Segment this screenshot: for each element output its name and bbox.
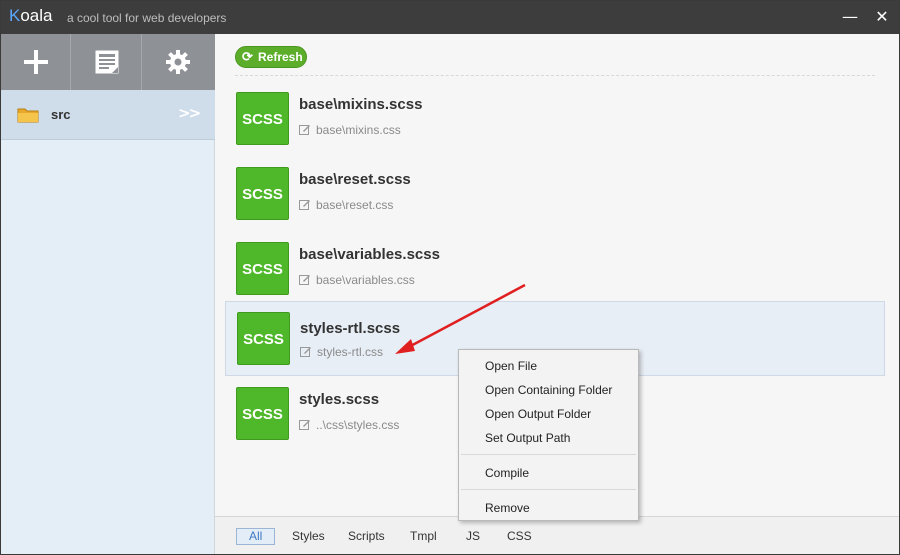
app-window: Koala a cool tool for web developers — ✕: [0, 0, 900, 555]
edit-output-icon[interactable]: [299, 124, 311, 136]
output-path: base\variables.css: [316, 273, 415, 287]
gear-icon: [166, 50, 190, 74]
context-menu: Open File Open Containing Folder Open Ou…: [458, 349, 639, 521]
document-icon: [95, 50, 119, 74]
add-project-button[interactable]: [1, 34, 71, 90]
divider: [235, 75, 875, 76]
filter-all[interactable]: All: [236, 528, 276, 545]
output-path: base\mixins.css: [316, 123, 401, 137]
file-row[interactable]: SCSS base\variables.scss base\variables.…: [225, 231, 885, 306]
menu-item-compile[interactable]: Compile: [485, 466, 529, 480]
sidebar-toolbar: [1, 34, 215, 90]
menu-separator: [461, 489, 636, 490]
filter-styles[interactable]: Styles: [292, 529, 325, 543]
output-path: ..\css\styles.css: [316, 418, 400, 432]
file-row[interactable]: SCSS base\reset.scss base\reset.css: [225, 156, 885, 231]
menu-item-set-output-path[interactable]: Set Output Path: [485, 431, 570, 445]
refresh-button[interactable]: ⟳ Refresh: [235, 46, 307, 68]
minimize-button[interactable]: —: [839, 6, 861, 28]
file-name: base\variables.scss: [299, 246, 440, 263]
filter-css[interactable]: CSS: [507, 529, 532, 543]
expand-chevron-icon[interactable]: >>: [178, 104, 201, 122]
file-name: base\mixins.scss: [299, 96, 423, 113]
plus-icon: [24, 50, 48, 74]
filter-bar: All Styles Scripts Tmpl JS CSS: [215, 516, 899, 554]
project-name: src: [51, 107, 71, 122]
filter-js[interactable]: JS: [466, 529, 480, 543]
log-button[interactable]: [72, 34, 142, 90]
scss-file-icon: SCSS: [237, 312, 290, 365]
menu-item-remove[interactable]: Remove: [485, 501, 530, 515]
folder-icon: [17, 108, 39, 123]
sidebar-item-src[interactable]: src >>: [1, 90, 215, 140]
refresh-icon: ⟳: [242, 49, 253, 64]
app-name-initial: K: [9, 6, 21, 25]
sidebar: src >>: [1, 34, 215, 554]
filter-scripts[interactable]: Scripts: [348, 529, 385, 543]
title-bar: Koala a cool tool for web developers — ✕: [1, 1, 899, 34]
edit-output-icon[interactable]: [299, 419, 311, 431]
output-path: styles-rtl.css: [317, 345, 383, 359]
filter-tmpl[interactable]: Tmpl: [410, 529, 437, 543]
app-name: Koala: [9, 6, 52, 26]
file-name: styles.scss: [299, 391, 380, 408]
close-button[interactable]: ✕: [871, 6, 893, 28]
app-name-rest: oala: [20, 6, 53, 25]
menu-separator: [461, 454, 636, 455]
menu-item-open-file[interactable]: Open File: [485, 359, 537, 373]
refresh-label: Refresh: [258, 50, 303, 64]
menu-item-open-output-folder[interactable]: Open Output Folder: [485, 407, 591, 421]
edit-output-icon[interactable]: [300, 346, 312, 358]
app-subtitle: a cool tool for web developers: [67, 11, 227, 25]
settings-button[interactable]: [143, 34, 215, 90]
scss-file-icon: SCSS: [236, 167, 289, 220]
output-path: base\reset.css: [316, 198, 394, 212]
scss-file-icon: SCSS: [236, 242, 289, 295]
edit-output-icon[interactable]: [299, 274, 311, 286]
scss-file-icon: SCSS: [236, 387, 289, 440]
edit-output-icon[interactable]: [299, 199, 311, 211]
file-name: base\reset.scss: [299, 171, 411, 188]
file-row[interactable]: SCSS base\mixins.scss base\mixins.css: [225, 81, 885, 156]
scss-file-icon: SCSS: [236, 92, 289, 145]
file-name: styles-rtl.scss: [300, 320, 401, 337]
menu-item-open-containing-folder[interactable]: Open Containing Folder: [485, 383, 612, 397]
